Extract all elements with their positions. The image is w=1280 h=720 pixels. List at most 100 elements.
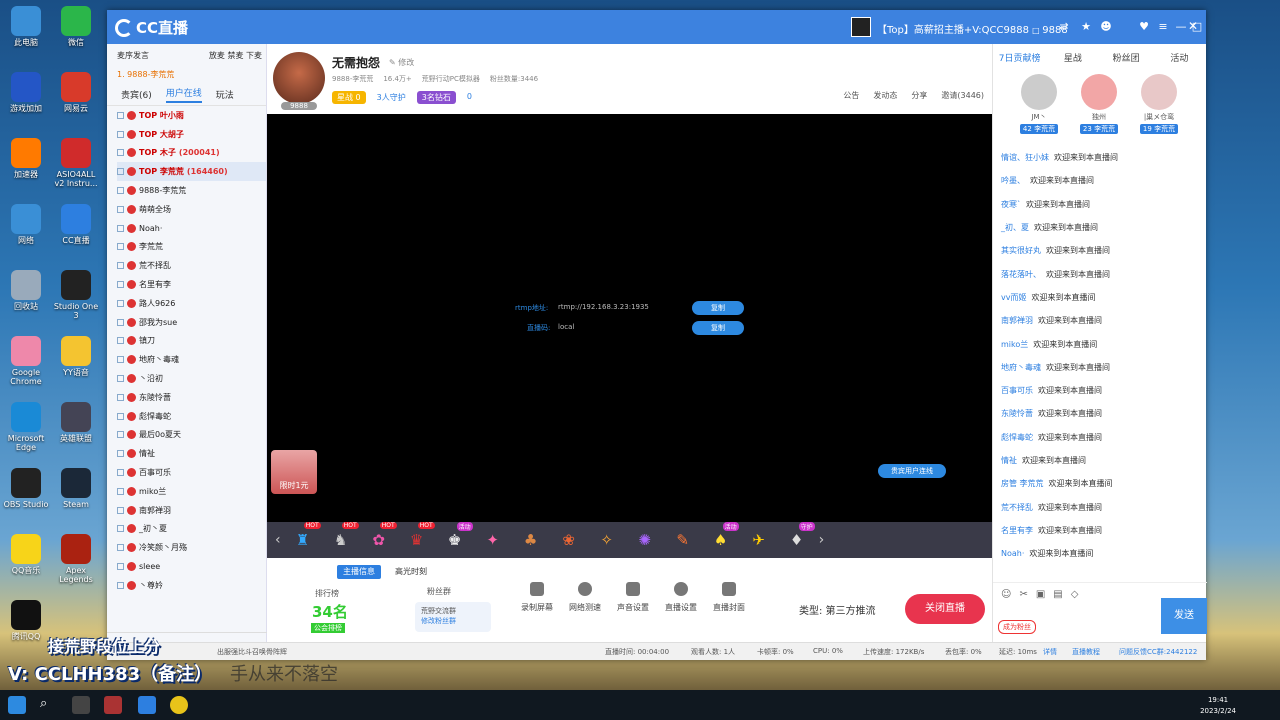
desktop-icon[interactable]: 网络 <box>2 204 50 245</box>
desktop-icon[interactable]: YY语音 <box>52 336 100 377</box>
edit-name-link[interactable]: ✎ 修改 <box>389 57 414 68</box>
gift-icon[interactable]: ♣ <box>515 526 547 554</box>
chat-user-name[interactable]: 百事可乐 <box>1001 385 1033 396</box>
user-row[interactable]: 地府丶毒魂 <box>117 350 266 369</box>
chat-user-name[interactable]: 落花落叶、 <box>1001 269 1041 280</box>
chat-user-name[interactable]: 名里有李 <box>1001 525 1033 536</box>
taskbar-app-icon[interactable] <box>104 696 122 714</box>
top3-item[interactable]: JM丶 42 李荒荒 <box>1009 74 1069 134</box>
user-row[interactable]: 名里有李 <box>117 275 266 294</box>
gift-icon[interactable]: ♚ 活动 <box>439 522 473 554</box>
user-row[interactable]: _初丶夏 <box>117 520 266 539</box>
user-row[interactable]: 冷笑颜丶月殇 <box>117 538 266 557</box>
user-row[interactable]: Noah· <box>117 219 266 238</box>
user-row[interactable]: TOP 木子 (200041) <box>117 144 266 163</box>
sound-settings-button[interactable]: 声音设置 <box>613 582 653 613</box>
gift-icon[interactable]: ♞ HOT <box>325 522 359 554</box>
desktop-icon[interactable]: Microsoft Edge <box>2 402 50 452</box>
streamer-thumb[interactable] <box>851 17 871 37</box>
gift-icon[interactable]: ✧ <box>591 526 623 554</box>
chat-user-name[interactable]: 彪悍毒蛇 <box>1001 432 1033 443</box>
queue-first[interactable]: 1. 9888-李荒荒 <box>117 69 256 80</box>
live-cover-button[interactable]: 直播封面 <box>709 582 749 613</box>
become-fan-button[interactable]: 成为粉丝 <box>998 620 1036 634</box>
tab-guests[interactable]: 贵宾(6) <box>121 88 152 101</box>
chat-user-name[interactable]: 东陵怜蔷 <box>1001 408 1033 419</box>
image-icon[interactable]: ▣ <box>1036 589 1045 600</box>
user-row[interactable]: 东陵怜蔷 <box>117 388 266 407</box>
user-row[interactable]: 百事可乐 <box>117 463 266 482</box>
gift-promo[interactable]: 限时1元 <box>271 450 317 494</box>
user-row[interactable]: 萌萌全场 <box>117 200 266 219</box>
desktop-icon[interactable]: 英雄联盟 <box>52 402 100 443</box>
tab-star-war[interactable]: 星战 <box>1046 51 1099 64</box>
chat-bubble-icon[interactable]: ◇ <box>1071 589 1079 600</box>
status-tutorial-link[interactable]: 直播教程 <box>1072 647 1100 657</box>
chat-user-name[interactable]: 其实很好丸 <box>1001 245 1041 256</box>
taskbar-cc-icon[interactable] <box>138 696 156 714</box>
chat-user-name[interactable]: 夜寒` <box>1001 199 1021 210</box>
live-settings-button[interactable]: 直播设置 <box>661 582 701 613</box>
gift-prev-icon[interactable]: ‹ <box>275 532 281 548</box>
gift-icon[interactable]: ❀ <box>553 526 585 554</box>
desktop-icon[interactable]: 网易云 <box>52 72 100 113</box>
taskbar-app-icon[interactable] <box>72 696 90 714</box>
chat-user-name[interactable]: 地府丶毒魂 <box>1001 362 1041 373</box>
gift-icon[interactable]: ♛ HOT <box>401 522 435 554</box>
gift-icon[interactable]: ♠ 活动 <box>705 522 739 554</box>
queue-controls[interactable]: 放麦 禁麦 下麦 <box>209 50 262 61</box>
taskbar-app-icon[interactable] <box>170 696 188 714</box>
status-feedback-link[interactable]: 问题反馈CC群:2442122 <box>1119 647 1197 657</box>
chat-user-name[interactable]: 南郭禅羽 <box>1001 315 1033 326</box>
user-row[interactable]: sleee <box>117 557 266 576</box>
tab-activity[interactable]: 活动 <box>1153 51 1206 64</box>
gift-icon[interactable]: ✿ HOT <box>363 522 397 554</box>
count-badge[interactable]: 0 <box>461 91 477 104</box>
tab-highlights[interactable]: 高光时刻 <box>389 565 433 579</box>
user-row[interactable]: miko兰 <box>117 482 266 501</box>
status-detail-link[interactable]: 详情 <box>1043 647 1057 657</box>
chat-user-name[interactable]: 情谊、狂小妹 <box>1001 152 1049 163</box>
search-icon[interactable]: ⌕ <box>40 696 58 714</box>
gift-icon[interactable]: ♜ HOT <box>287 522 321 554</box>
user-row[interactable]: 镇刀 <box>117 332 266 351</box>
desktop-icon[interactable]: QQ音乐 <box>2 534 50 575</box>
star-war-badge[interactable]: 星战 0 <box>332 91 366 104</box>
announcement-button[interactable]: 公告 <box>843 90 859 101</box>
desktop-icon[interactable]: Studio One 3 <box>52 270 100 320</box>
chat-user-name[interactable]: 吟墨、 <box>1001 175 1025 186</box>
desktop-icon[interactable]: 游戏加加 <box>2 72 50 113</box>
desktop-icon[interactable]: Apex Legends <box>52 534 100 584</box>
desktop-icon[interactable]: 此电脑 <box>2 6 50 47</box>
streamer-avatar[interactable]: 9888 <box>273 52 325 110</box>
chat-user-name[interactable]: 房管 李荒荒 <box>1001 478 1044 489</box>
scissors-icon[interactable]: ✂ <box>1019 589 1027 600</box>
send-button[interactable]: 发送 <box>1161 598 1207 634</box>
user-row[interactable]: 9888-李荒荒 <box>117 181 266 200</box>
desktop-icon[interactable]: 微信 <box>52 6 100 47</box>
record-screen-button[interactable]: 录制屏幕 <box>517 582 557 613</box>
chat-user-name[interactable]: 情祉 <box>1001 455 1017 466</box>
gift-icon[interactable]: ✎ <box>667 526 699 554</box>
user-row[interactable]: 南郭禅羽 <box>117 501 266 520</box>
speed-test-button[interactable]: 网络测速 <box>565 582 605 613</box>
tab-host-info[interactable]: 主播信息 <box>337 565 381 579</box>
desktop-icon[interactable]: ASIO4ALL v2 Instru... <box>52 138 100 188</box>
desktop-icon[interactable]: 加速器 <box>2 138 50 179</box>
user-row[interactable]: 丶沿初 <box>117 369 266 388</box>
chat-user-name[interactable]: 荒不择乱 <box>1001 502 1033 513</box>
stream-type[interactable]: 类型: 第三方推流 <box>799 602 876 617</box>
skin-icon[interactable]: ♥ <box>1137 20 1151 33</box>
desktop-icon[interactable]: Google Chrome <box>2 336 50 386</box>
desktop-icon[interactable]: 腾讯QQ <box>2 600 50 641</box>
gift-icon[interactable]: ✦ <box>477 526 509 554</box>
star-icon[interactable]: ★ <box>1079 20 1093 33</box>
close-live-button[interactable]: 关闭直播 <box>905 594 985 624</box>
emoji-icon[interactable]: ☺ <box>1001 589 1011 600</box>
chat-user-name[interactable]: vv而姬 <box>1001 292 1026 303</box>
user-row[interactable]: 最后0o夏天 <box>117 426 266 445</box>
tab-online-users[interactable]: 用户在线 <box>165 86 202 103</box>
fans-group-box[interactable]: 荒野交流群 修改粉丝群 <box>415 602 491 632</box>
fans-group-link[interactable]: 修改粉丝群 <box>421 616 485 626</box>
tab-fan-club[interactable]: 粉丝团 <box>1100 51 1153 64</box>
